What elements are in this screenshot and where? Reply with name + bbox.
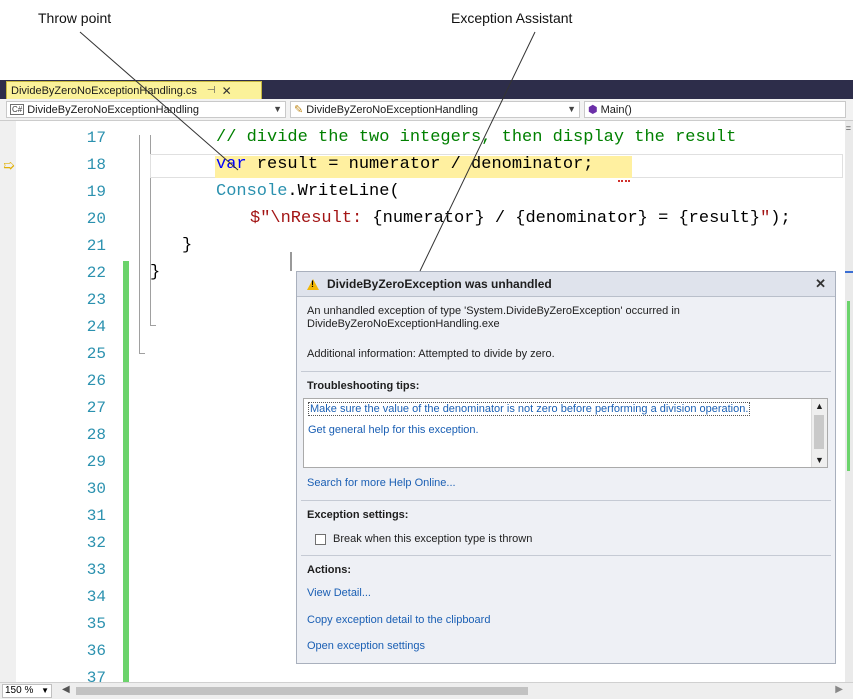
callout-leader-lines <box>79 31 536 272</box>
exception-assistant-leader <box>419 31 536 272</box>
throw-point-leader <box>79 31 239 171</box>
